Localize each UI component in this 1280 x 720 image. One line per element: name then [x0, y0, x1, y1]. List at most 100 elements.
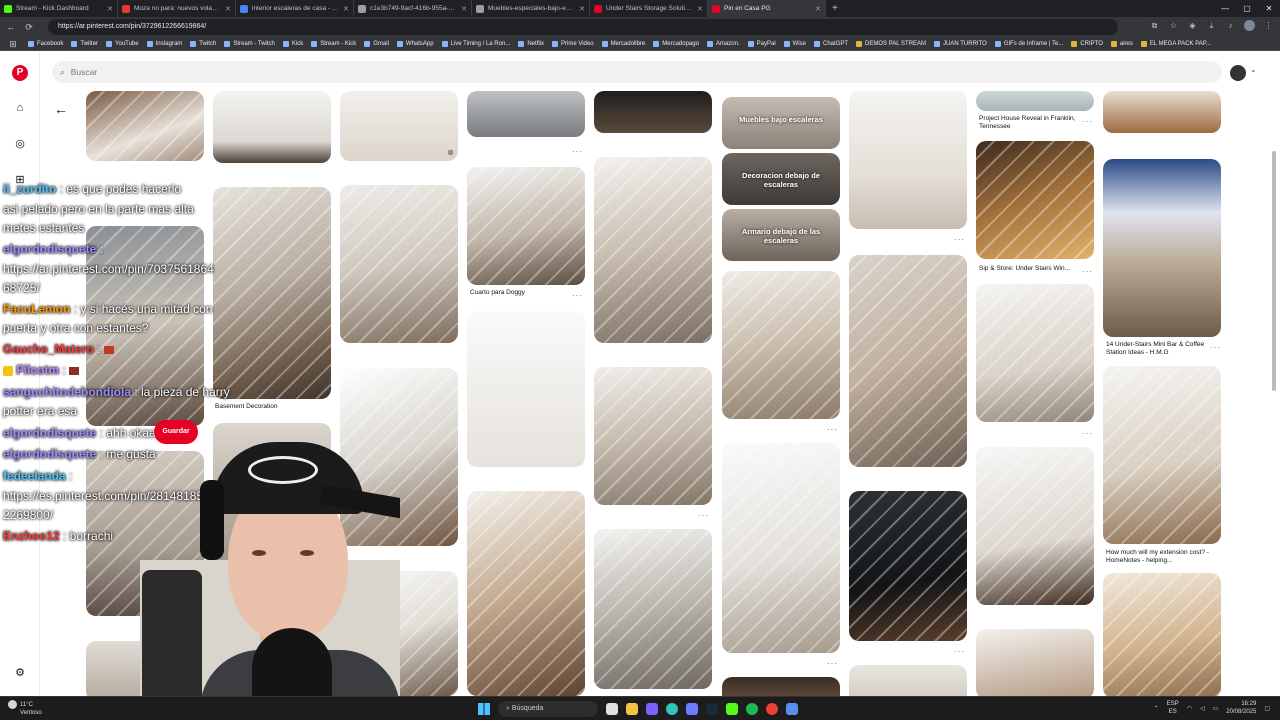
bookmark[interactable]: Instagram: [146, 40, 182, 47]
pin-caption[interactable]: Sip & Store: Under Stairs Win...: [979, 265, 1070, 273]
chrome-icon[interactable]: [766, 703, 778, 715]
pin-card[interactable]: Decoracion debajo de escaleras: [722, 153, 840, 205]
pin-card[interactable]: [594, 367, 712, 505]
pin-card[interactable]: [467, 167, 585, 285]
bookmark[interactable]: YouTube: [106, 40, 139, 47]
pin-card[interactable]: [722, 271, 840, 419]
close-tab-icon[interactable]: ✕: [225, 5, 231, 13]
close-tab-icon[interactable]: ✕: [579, 5, 585, 13]
new-tab-button[interactable]: +: [826, 3, 844, 14]
pin-card[interactable]: [976, 629, 1094, 696]
bell-icon[interactable]: ♪: [1225, 20, 1236, 31]
menu-icon[interactable]: ⋮: [1263, 20, 1274, 31]
chevron-up-icon[interactable]: ⌃: [1154, 705, 1159, 712]
pin-card[interactable]: [976, 447, 1094, 605]
pin-card[interactable]: [849, 665, 967, 696]
task-view-icon[interactable]: [606, 703, 618, 715]
pin-card[interactable]: [849, 491, 967, 641]
browser-tab[interactable]: Muebles-especiales-bajo-escalera...✕: [472, 0, 590, 17]
pin-card[interactable]: [722, 677, 840, 696]
pin-caption[interactable]: Cuarto para Doggy: [470, 289, 525, 297]
back-icon[interactable]: ←: [4, 20, 18, 34]
bookmark[interactable]: JUAN TURRITO: [934, 40, 987, 47]
pin-card[interactable]: [86, 91, 204, 161]
download-icon[interactable]: ⤓: [1206, 20, 1217, 31]
more-options-icon[interactable]: ···: [954, 235, 965, 244]
browser-tab[interactable]: Moza no para: nuevos volantes, l...✕: [118, 0, 236, 17]
url-input[interactable]: https://ar.pinterest.com/pin/37296122666…: [48, 19, 1118, 35]
close-tab-icon[interactable]: ✕: [461, 5, 467, 13]
wifi-icon[interactable]: ◠: [1187, 705, 1192, 712]
pin-card[interactable]: [849, 91, 967, 229]
clock[interactable]: 16:29 20/08/2025: [1226, 700, 1256, 716]
bookmark[interactable]: WhatsApp: [396, 40, 434, 47]
pin-card[interactable]: [213, 91, 331, 163]
more-options-icon[interactable]: ···: [1082, 267, 1093, 276]
bookmark[interactable]: Amazon.: [706, 40, 740, 47]
close-tab-icon[interactable]: ✕: [815, 5, 821, 13]
bookmark[interactable]: Twitter: [71, 40, 98, 47]
browser-tab[interactable]: Under Stairs Storage Solutions, B... ✕: [590, 0, 708, 17]
pin-card[interactable]: [722, 443, 840, 653]
pin-card[interactable]: [594, 529, 712, 689]
more-options-icon[interactable]: ···: [954, 647, 965, 656]
pin-caption[interactable]: 14 Under-Stairs Mini Bar & Coffee Statio…: [1106, 341, 1206, 357]
edge-icon[interactable]: [666, 703, 678, 715]
bookmark[interactable]: Gmail: [364, 40, 389, 47]
star-icon[interactable]: ☆: [1168, 20, 1179, 31]
pin-card[interactable]: [340, 185, 458, 343]
close-icon[interactable]: ⊗: [447, 148, 454, 157]
more-options-icon[interactable]: ···: [1210, 343, 1221, 352]
more-options-icon[interactable]: ···: [827, 659, 838, 668]
notification-icon[interactable]: ▢: [1264, 705, 1270, 712]
pin-card[interactable]: [1103, 91, 1221, 133]
app-icon[interactable]: [786, 703, 798, 715]
extension-icon[interactable]: ◈: [1187, 20, 1198, 31]
page-scrollbar[interactable]: [1272, 151, 1276, 391]
bookmark[interactable]: Prime Video: [551, 40, 594, 47]
more-options-icon[interactable]: ···: [827, 425, 838, 434]
user-avatar[interactable]: [1230, 65, 1246, 81]
bookmark-folder[interactable]: aires: [1110, 40, 1133, 47]
pin-card[interactable]: [976, 284, 1094, 422]
reload-icon[interactable]: ⟳: [22, 20, 36, 34]
profile-avatar[interactable]: [1244, 20, 1255, 31]
bookmark-folder[interactable]: DEMOS PAL STREAM: [856, 40, 926, 47]
bookmark[interactable]: Live Timing / La Ron...: [441, 40, 510, 47]
more-options-icon[interactable]: ···: [572, 147, 583, 156]
pinterest-logo-icon[interactable]: P: [12, 65, 28, 81]
language-indicator[interactable]: ESP ES: [1167, 700, 1179, 716]
settings-icon[interactable]: ⚙: [12, 665, 28, 681]
pin-card[interactable]: [594, 157, 712, 343]
spotify-icon[interactable]: [746, 703, 758, 715]
pin-caption[interactable]: How much will my extension cost? - HomeN…: [1106, 549, 1218, 565]
maximize-icon[interactable]: ▢: [1236, 0, 1258, 17]
pin-card[interactable]: [1103, 573, 1221, 696]
bookmark[interactable]: Netflix: [518, 40, 544, 47]
pin-card[interactable]: [1103, 366, 1221, 544]
bookmark[interactable]: PayPal: [747, 40, 776, 47]
volume-icon[interactable]: ◁: [1200, 705, 1205, 712]
browser-tab[interactable]: Stream - Kick Dashboard ✕: [0, 0, 118, 17]
pin-caption[interactable]: Project House Reveal in Franklin, Tennes…: [979, 115, 1079, 131]
pin-card[interactable]: Muebles bajo escaleras: [722, 97, 840, 149]
back-arrow-icon[interactable]: ←: [54, 101, 68, 117]
close-window-icon[interactable]: ✕: [1258, 0, 1280, 17]
close-tab-icon[interactable]: ✕: [697, 5, 703, 13]
share-icon[interactable]: ⧉: [1149, 20, 1160, 31]
app-icon[interactable]: [646, 703, 658, 715]
steam-icon[interactable]: [706, 703, 718, 715]
kick-icon[interactable]: [726, 703, 738, 715]
pin-card[interactable]: [467, 491, 585, 696]
minimize-icon[interactable]: —: [1214, 0, 1236, 17]
apps-icon[interactable]: ⊞: [6, 37, 20, 51]
more-options-icon[interactable]: ···: [698, 511, 709, 520]
more-options-icon[interactable]: ···: [572, 291, 583, 300]
pin-card[interactable]: [594, 91, 712, 133]
windows-start-icon[interactable]: [478, 703, 490, 715]
more-options-icon[interactable]: ···: [1082, 117, 1093, 126]
pin-card[interactable]: [1103, 159, 1221, 337]
close-tab-icon[interactable]: ✕: [107, 5, 113, 13]
close-tab-icon[interactable]: ✕: [343, 5, 349, 13]
bookmark[interactable]: Wise: [783, 40, 806, 47]
